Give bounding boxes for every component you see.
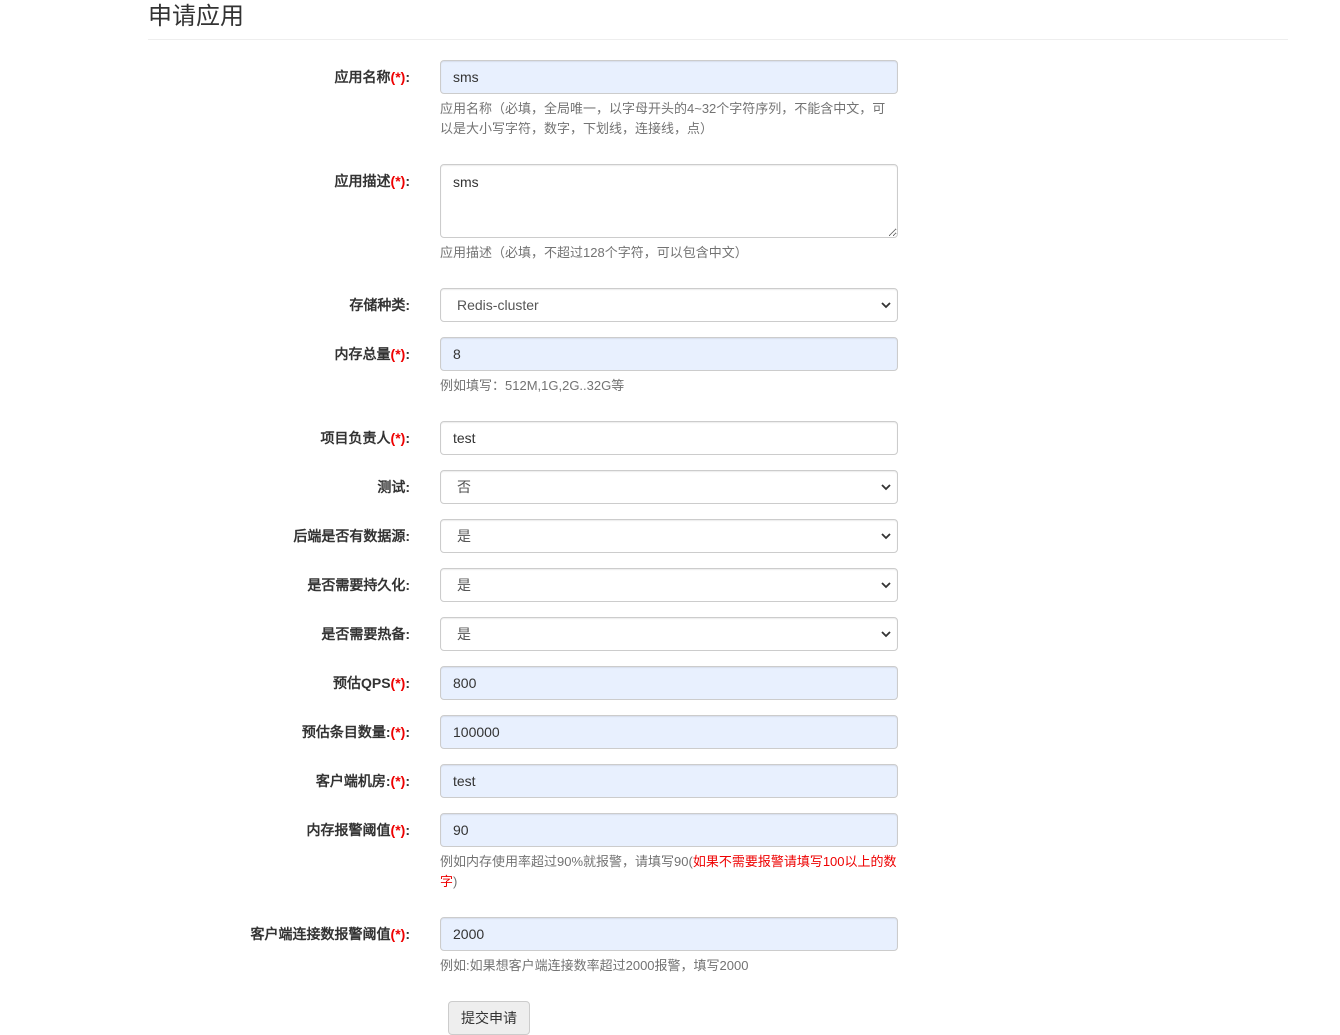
hot-backup-select[interactable]: 是 <box>440 617 898 651</box>
required-mark: (*) <box>390 822 406 838</box>
chevron-down-icon <box>881 302 891 309</box>
chevron-down-icon <box>881 484 891 491</box>
backend-source-label: 后端是否有数据源: <box>293 528 410 544</box>
required-mark: (*) <box>390 69 406 85</box>
owner-input[interactable] <box>440 421 898 455</box>
mem-alert-help: 例如内存使用率超过90%就报警，请填写90(如果不需要报警请填写100以上的数字… <box>440 854 897 889</box>
required-mark: (*) <box>390 346 406 362</box>
is-test-label: 测试: <box>377 479 410 495</box>
required-mark: (*) <box>390 430 406 446</box>
submit-button[interactable]: 提交申请 <box>448 1001 530 1035</box>
backend-source-select[interactable]: 是 <box>440 519 898 553</box>
chevron-down-icon <box>881 582 891 589</box>
est-qps-input[interactable] <box>440 666 898 700</box>
owner-label: 项目负责人(*): <box>320 430 410 446</box>
mem-alert-input[interactable] <box>440 813 898 847</box>
app-name-help: 应用名称（必填，全局唯一，以字母开头的4~32个字符序列，不能含中文，可以是大小… <box>440 101 886 136</box>
app-name-input[interactable] <box>440 60 898 94</box>
chevron-down-icon <box>881 533 891 540</box>
backend-source-selected: 是 <box>457 528 471 544</box>
page-title: 申请应用 <box>148 3 244 30</box>
title-divider <box>148 39 1288 40</box>
est-qps-label: 预估QPS(*): <box>332 675 410 691</box>
required-mark: (*) <box>390 675 406 691</box>
is-test-select[interactable]: 否 <box>440 470 898 504</box>
memory-total-input[interactable] <box>440 337 898 371</box>
memory-total-help: 例如填写：512M,1G,2G..32G等 <box>440 378 625 393</box>
app-desc-help: 应用描述（必填，不超过128个字符，可以包含中文） <box>440 245 748 260</box>
hot-backup-selected: 是 <box>457 626 471 642</box>
storage-type-select[interactable]: Redis-cluster <box>440 288 898 322</box>
conn-alert-input[interactable] <box>440 917 898 951</box>
required-mark: (*) <box>390 724 406 740</box>
required-mark: (*) <box>390 173 406 189</box>
persistence-select[interactable]: 是 <box>440 568 898 602</box>
hot-backup-label: 是否需要热备: <box>321 626 410 642</box>
required-mark: (*) <box>390 773 406 789</box>
storage-type-selected: Redis-cluster <box>457 297 539 313</box>
persistence-selected: 是 <box>457 577 471 593</box>
memory-total-label: 内存总量(*): <box>334 346 410 362</box>
client-idc-input[interactable] <box>440 764 898 798</box>
storage-type-label: 存储种类: <box>349 297 410 313</box>
app-desc-label: 应用描述(*): <box>334 173 410 189</box>
chevron-down-icon <box>881 631 891 638</box>
mem-alert-label: 内存报警阈值(*): <box>306 822 410 838</box>
est-items-input[interactable] <box>440 715 898 749</box>
conn-alert-label: 客户端连接数报警阈值(*): <box>250 926 410 942</box>
persistence-label: 是否需要持久化: <box>307 577 410 593</box>
required-mark: (*) <box>390 926 406 942</box>
is-test-selected: 否 <box>457 479 471 495</box>
app-desc-textarea[interactable]: sms <box>440 164 898 238</box>
app-name-label: 应用名称(*): <box>334 69 410 85</box>
client-idc-label: 客户端机房:(*): <box>315 773 410 789</box>
conn-alert-help: 例如:如果想客户端连接数率超过2000报警，填写2000 <box>440 958 749 973</box>
est-items-label: 预估条目数量:(*): <box>301 724 410 740</box>
